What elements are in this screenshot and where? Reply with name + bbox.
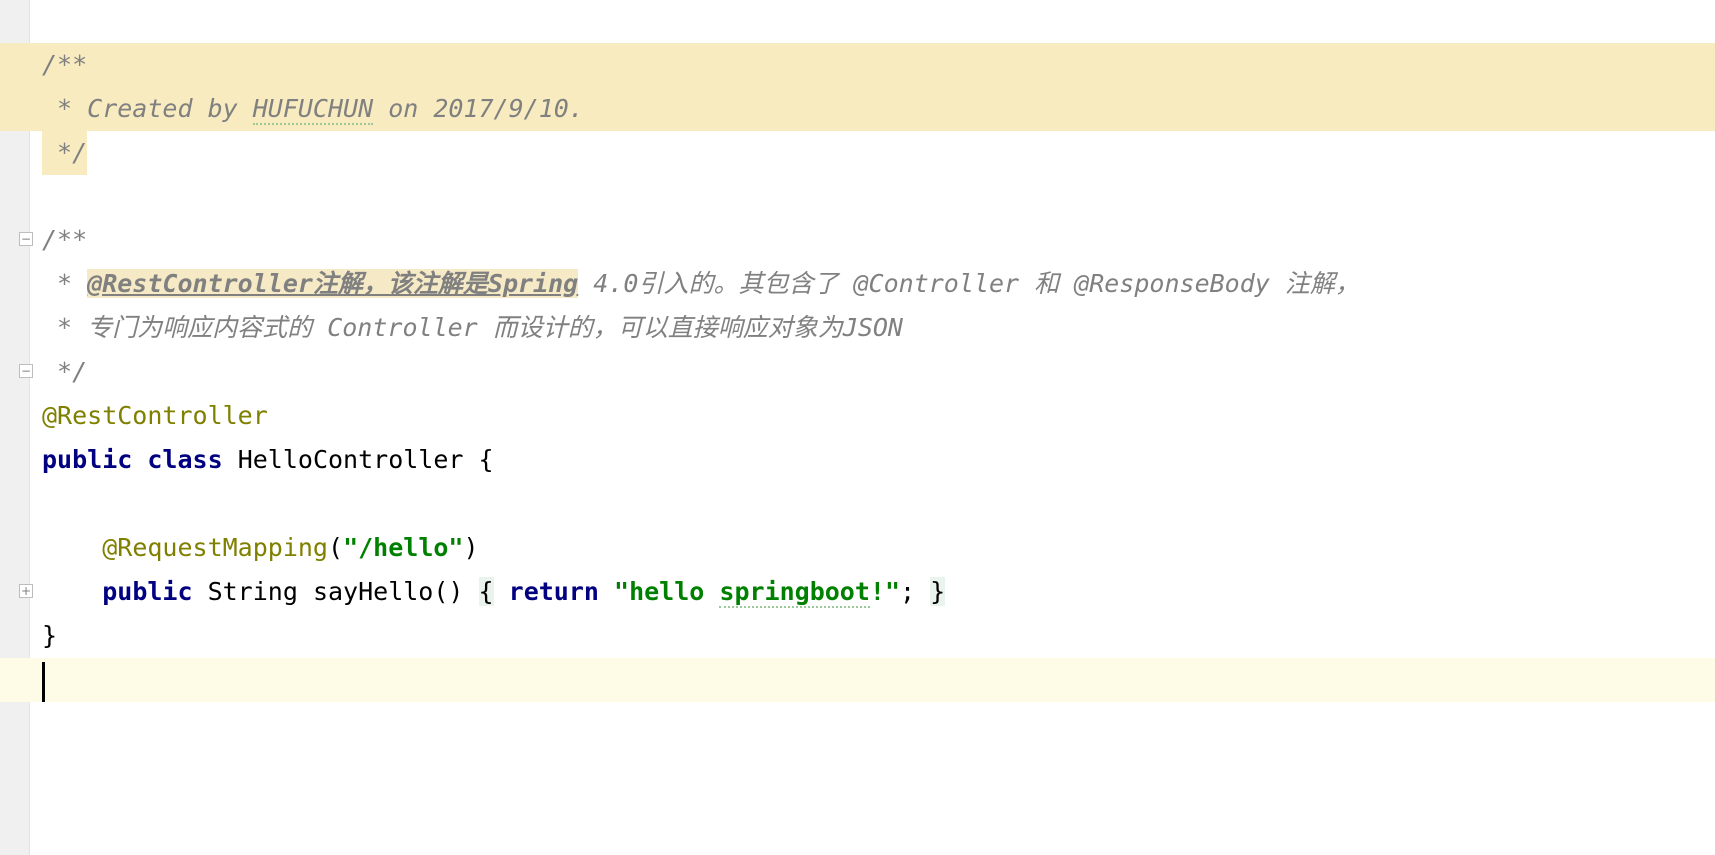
doc-comment-line-2: * 专门为响应内容式的 Controller 而设计的，可以直接响应对象为JSO… — [42, 313, 903, 342]
doc-comment-line-1: * @RestController注解，该注解是Spring 4.0引入的。其包… — [42, 262, 1360, 306]
code-line-12[interactable]: @RequestMapping("/hello") — [0, 526, 1715, 570]
statement-semicolon: ; — [900, 577, 916, 606]
code-line-2[interactable]: * Created by HUFUCHUN on 2017/9/10. — [0, 87, 1715, 131]
code-line-1[interactable]: /** — [0, 43, 1715, 87]
class-close-brace: } — [42, 621, 58, 650]
code-line-15-current[interactable] — [0, 658, 1715, 702]
comment-created-suffix: on 2017/9/10. — [373, 94, 584, 123]
comment-author: HUFUCHUN — [252, 94, 374, 125]
method-annotation-name: @RequestMapping — [102, 533, 328, 562]
method-signature: String sayHello() — [192, 577, 464, 606]
doc-comment-open: /** — [42, 225, 88, 254]
keyword-public: public — [42, 445, 133, 474]
code-line-7[interactable]: * 专门为响应内容式的 Controller 而设计的，可以直接响应对象为JSO… — [0, 306, 1715, 350]
return-string-close: !" — [869, 577, 901, 606]
doc-comment-tag: @RestController注解，该注解是Spring — [87, 269, 579, 298]
code-editor[interactable]: /** * Created by HUFUCHUN on 2017/9/10. … — [0, 0, 1715, 855]
code-line-6[interactable]: * @RestController注解，该注解是Spring 4.0引入的。其包… — [0, 262, 1715, 306]
code-line-10[interactable]: public class HelloController { — [0, 438, 1715, 482]
return-string-open: "hello — [614, 577, 720, 606]
code-line-3[interactable]: */ — [0, 131, 1715, 175]
code-line-9[interactable]: @RestController — [0, 394, 1715, 438]
class-name: HelloController { — [222, 445, 494, 474]
class-annotation: @RestController — [42, 401, 268, 430]
doc-comment-line-1-rest: 4.0引入的。其包含了 @Controller 和 @ResponseBody … — [578, 269, 1360, 298]
code-line-8[interactable]: */ — [0, 350, 1715, 394]
keyword-return: return — [508, 577, 599, 606]
class-declaration: public class HelloController { — [42, 438, 494, 482]
method-annotation-close: ) — [463, 533, 479, 562]
doc-comment-star: * — [42, 269, 88, 298]
code-line-5[interactable]: /** — [0, 218, 1715, 262]
comment-created-line: * Created by HUFUCHUN on 2017/9/10. — [42, 87, 584, 131]
comment-close: */ — [42, 131, 88, 175]
code-line-14[interactable]: } — [0, 614, 1715, 658]
comment-created-prefix: * Created by — [42, 94, 253, 123]
return-string: "hello springboot!" — [614, 577, 900, 608]
text-caret — [42, 662, 45, 702]
return-string-word: springboot — [719, 577, 870, 608]
method-annotation-open: ( — [328, 533, 344, 562]
method-declaration: public String sayHello() { return "hello… — [42, 570, 946, 614]
code-line-13[interactable]: public String sayHello() { return "hello… — [0, 570, 1715, 614]
method-annotation-value: "/hello" — [343, 533, 464, 562]
comment-open: /** — [42, 50, 88, 79]
method-close-brace[interactable]: } — [930, 577, 946, 606]
method-open-brace[interactable]: { — [478, 577, 494, 606]
method-annotation: @RequestMapping("/hello") — [42, 526, 479, 570]
doc-comment-close: */ — [42, 357, 88, 386]
keyword-public: public — [102, 577, 193, 606]
keyword-class: class — [147, 445, 223, 474]
